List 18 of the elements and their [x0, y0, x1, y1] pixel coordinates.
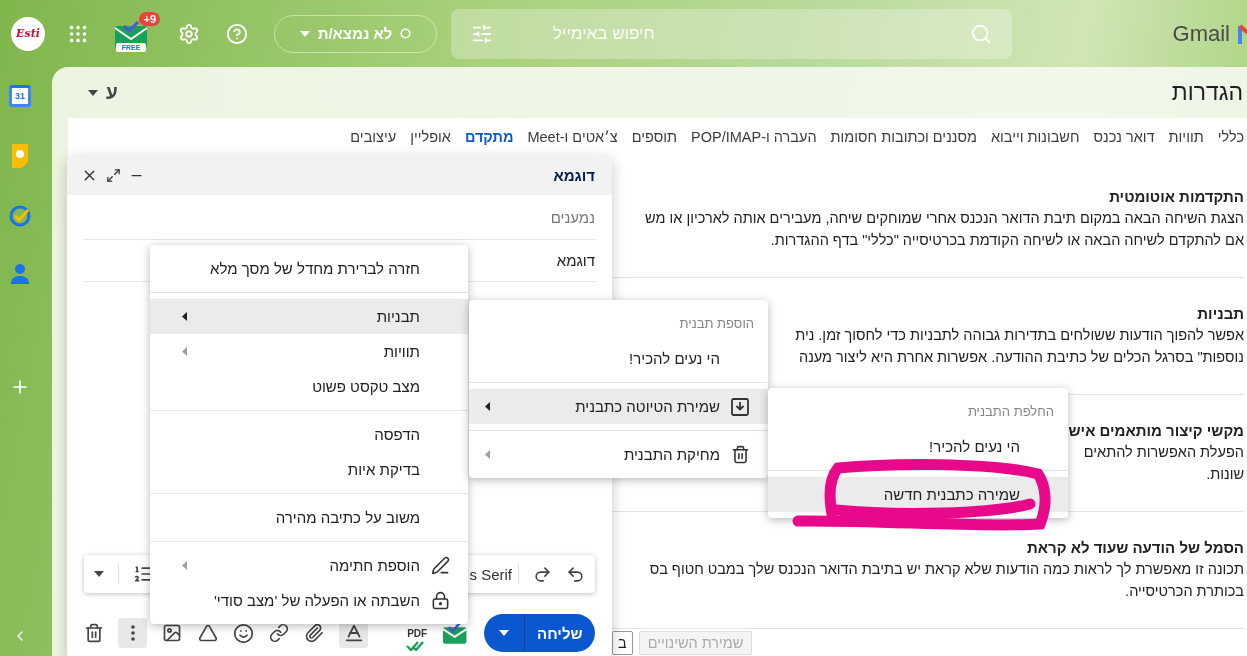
section-title: התקדמות אוטומטית — [1109, 187, 1244, 207]
section-title: מקשי קיצור מותאמים איש — [1068, 421, 1244, 441]
section-title: תבניות — [1197, 304, 1244, 324]
section-description: שונות. — [1206, 464, 1244, 484]
section-description: בכותרת הכרטיסייה. — [1125, 581, 1244, 601]
section-title: הסמל של הודעה שעוד לא קראת — [1027, 538, 1244, 558]
notification-badge: +9 — [139, 11, 160, 26]
gmail-logo: Gmail — [1172, 20, 1247, 47]
section-description: הפעלת האפשרות להתאים — [1083, 443, 1244, 462]
section-description: אם להתקדם לשיחה הבאה או לשיחה הקודמת בכרטיסייה "כללי" בדף ההגדרות. — [770, 230, 1244, 250]
menu-heading: החלפת התבנית — [966, 403, 1055, 421]
page-title: הגדרות — [1171, 79, 1243, 106]
section-description: אפשר להפוך הודעות ששולחים בתדירות גבוהה לתבניות כדי לחסוך זמן. נית — [795, 326, 1244, 345]
section-description: תכונה זו מאפשרת לך לראות כמה הודעות שלא קראת יש בתיבת הדואר הנכנס שלך במבט חטוף בס — [649, 560, 1244, 579]
menu-heading: הוספת תבנית — [678, 315, 755, 333]
section-description: הצגת השיחה הבאה במקום תיבת הדואר הנכנס אחרי שמוחקים שיחה, מעבירים אותה לארכיון או מש — [645, 209, 1244, 228]
section-description: נוספות" בסרגל הכלים של כתיבת ההודעה. אפשרות אחרת היא ליצור מענה — [798, 347, 1244, 367]
compose-title: דוגמא — [553, 166, 595, 184]
